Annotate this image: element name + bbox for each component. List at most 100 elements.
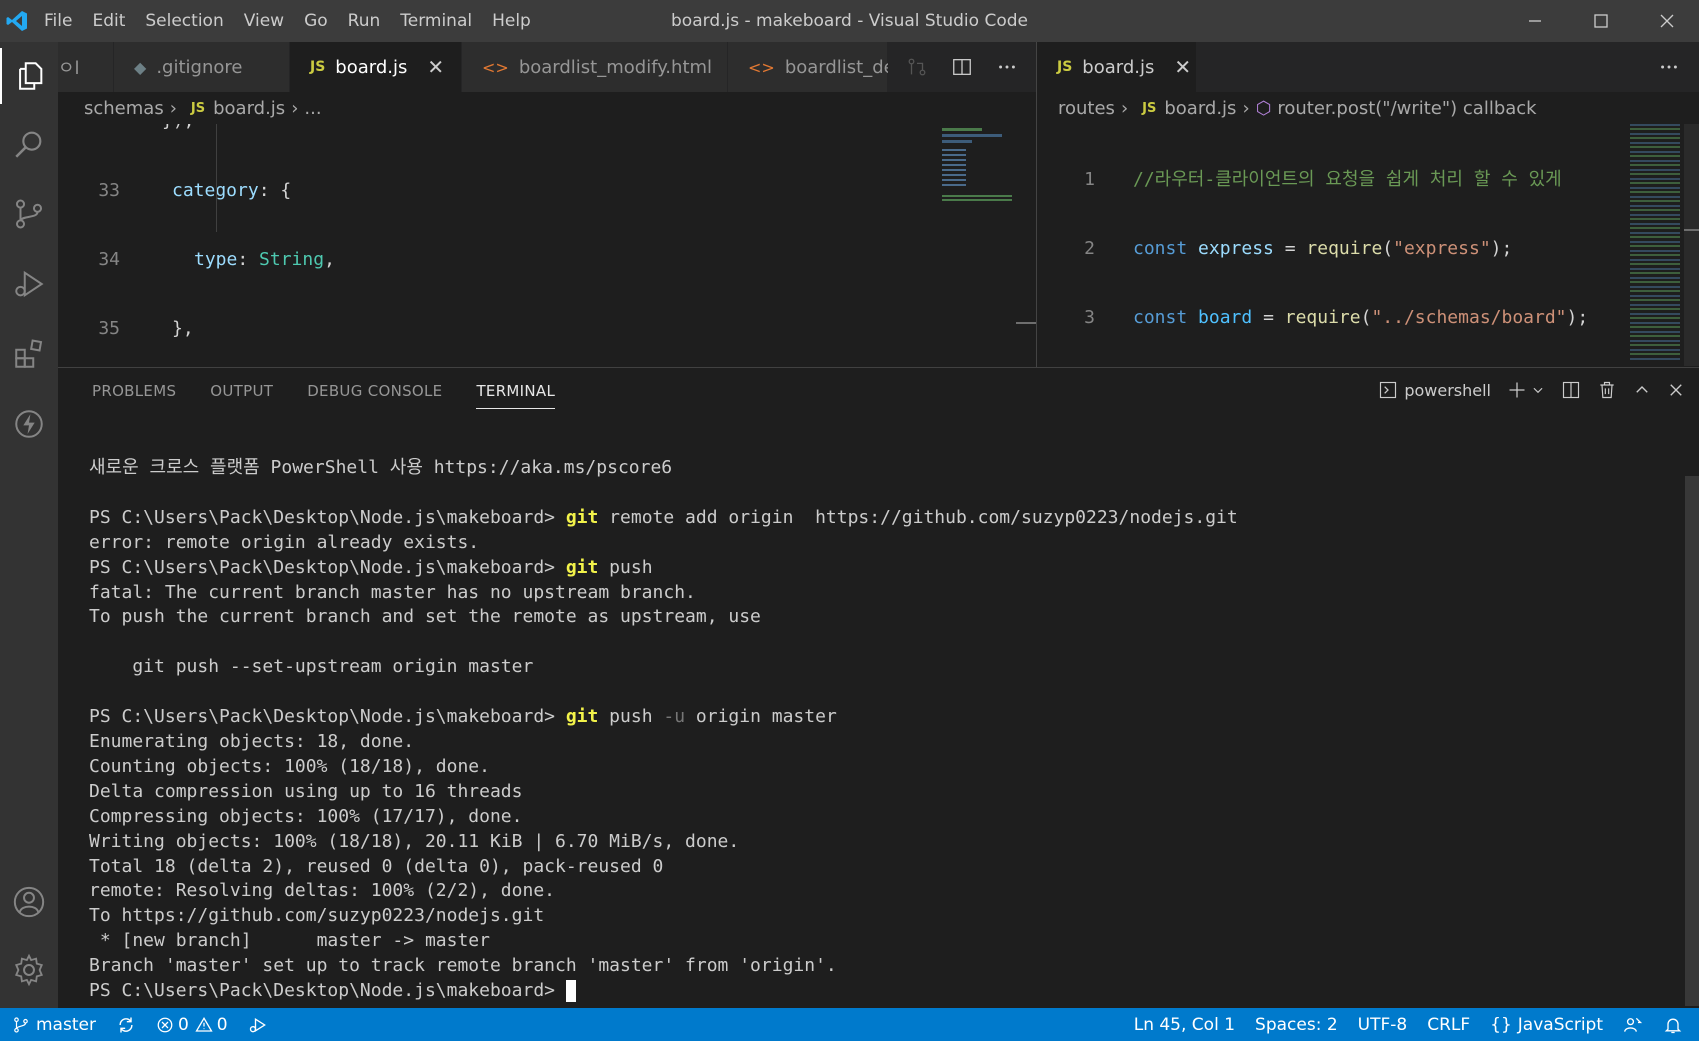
left-editor-tabs: ㅇl ◆ .gitignore JS board.js ✕ <> boardli… (58, 42, 1036, 92)
run-debug-icon[interactable] (0, 256, 58, 312)
terminal-line: Total 18 (delta 2), reused 0 (delta 0), … (89, 855, 664, 877)
shell-name: powershell (1404, 380, 1491, 400)
terminal-scrollbar[interactable] (1685, 476, 1699, 1006)
left-code-editor[interactable]: }); 33 category: { 34 type: String, 35 }… (58, 124, 938, 366)
terminal-line: Branch 'master' set up to track remote b… (89, 955, 837, 977)
breadcrumb-rest[interactable]: ... (304, 98, 321, 119)
right-code-editor[interactable]: 1 //라우터-클라이언트의 요청을 쉽게 처리 할 수 있게 2 const … (1037, 124, 1627, 366)
minimap-left[interactable] (940, 124, 1016, 224)
indentation[interactable]: Spaces: 2 (1245, 1008, 1348, 1041)
settings-gear-icon[interactable] (0, 942, 58, 998)
warning-icon (195, 1016, 213, 1032)
close-panel-button[interactable] (1667, 381, 1685, 399)
notifications-button[interactable] (1653, 1008, 1699, 1041)
lightning-icon[interactable] (0, 396, 58, 452)
language-name: JavaScript (1517, 1014, 1603, 1035)
terminal-line: * [new branch] master -> master (89, 930, 490, 952)
terminal-line: git push --set-upstream origin master (89, 656, 534, 678)
breadcrumb-file[interactable]: board.js (213, 98, 285, 119)
terminal-selector[interactable]: powershell (1378, 380, 1491, 400)
debug-button[interactable] (238, 1008, 278, 1041)
terminal-line: Counting objects: 100% (18/18), done. (89, 755, 490, 777)
chevron-right-icon: › (1120, 97, 1129, 119)
menu-help[interactable]: Help (482, 0, 541, 42)
more-actions-right[interactable] (1639, 42, 1699, 92)
tab-debug-console[interactable]: DEBUG CONSOLE (307, 382, 442, 409)
feedback-button[interactable] (1613, 1008, 1653, 1041)
prompt: PS C:\Users\Pack\Desktop\Node.js\makeboa… (89, 556, 566, 578)
tab-board-js-right[interactable]: JS board.js ✕ (1037, 42, 1197, 92)
code-line: 34 type: String, (98, 249, 335, 270)
menu-go[interactable]: Go (294, 0, 338, 42)
extensions-icon[interactable] (0, 326, 58, 382)
prompt: PS C:\Users\Pack\Desktop\Node.js\makeboa… (89, 506, 566, 528)
open-changes-icon[interactable] (906, 56, 928, 78)
tab-boardlist-modify[interactable]: <> boardlist_modify.html (462, 42, 728, 92)
status-right: Ln 45, Col 1 Spaces: 2 UTF-8 CRLF {} Jav… (1124, 1008, 1699, 1041)
code-line: 2 const express = require("express"); (1084, 238, 1513, 259)
kill-terminal-button[interactable] (1597, 380, 1617, 400)
more-actions-icon[interactable] (996, 56, 1018, 78)
tab-board-js[interactable]: JS board.js ✕ (290, 42, 462, 92)
breadcrumb-folder[interactable]: schemas (84, 98, 164, 119)
js-file-icon: JS (1057, 59, 1073, 75)
chevron-right-icon: › (1242, 97, 1250, 119)
chevron-up-icon (1636, 386, 1648, 393)
split-terminal-button[interactable] (1561, 380, 1581, 400)
cursor-position[interactable]: Ln 45, Col 1 (1124, 1008, 1245, 1041)
branch-indicator[interactable]: master (0, 1008, 106, 1041)
split-icon (1562, 381, 1580, 399)
split-editor-icon[interactable] (951, 56, 973, 78)
new-terminal-button[interactable] (1507, 380, 1545, 400)
more-actions-icon (1661, 65, 1677, 69)
tab-problems[interactable]: PROBLEMS (92, 382, 176, 409)
error-icon (157, 1017, 173, 1032)
tab-gitignore[interactable]: ◆ .gitignore (114, 42, 290, 92)
tab-terminal[interactable]: TERMINAL (476, 382, 556, 409)
menu-edit[interactable]: Edit (82, 0, 135, 42)
git-file-icon: ◆ (134, 57, 147, 77)
source-control-icon[interactable] (0, 186, 58, 242)
explorer-icon[interactable] (0, 48, 58, 104)
braces-icon: {} (1490, 1014, 1512, 1035)
sync-button[interactable] (106, 1008, 146, 1041)
account-icon[interactable] (0, 874, 58, 930)
close-tab-icon[interactable]: ✕ (427, 55, 444, 79)
terminal-line: Compressing objects: 100% (17/17), done. (89, 805, 523, 827)
breadcrumb-symbol[interactable]: router.post("/write") callback (1277, 98, 1536, 119)
menu-selection[interactable]: Selection (135, 0, 233, 42)
terminal-line: Delta compression using up to 16 threads (89, 780, 523, 802)
breadcrumb-folder[interactable]: routes (1058, 98, 1115, 119)
terminal-line: fatal: The current branch master has no … (89, 581, 696, 603)
chevron-right-icon: › (169, 97, 177, 119)
tab-label: .gitignore (156, 56, 243, 78)
breadcrumb-file[interactable]: board.js (1164, 98, 1236, 119)
minimize-button[interactable] (1503, 0, 1567, 42)
menu-run[interactable]: Run (338, 0, 391, 42)
minimize-icon (1529, 20, 1541, 22)
terminal-output[interactable]: 새로운 크로스 플랫폼 PowerShell 사용 https://aka.ms… (89, 456, 1238, 1004)
menu-terminal[interactable]: Terminal (390, 0, 482, 42)
line-ending[interactable]: CRLF (1417, 1008, 1480, 1041)
scrollbar-right[interactable] (1684, 124, 1699, 366)
tab-partial[interactable]: ㅇl (58, 42, 114, 92)
close-tab-icon[interactable]: ✕ (1174, 55, 1191, 79)
maximize-button[interactable] (1569, 0, 1633, 42)
minimap-right[interactable] (1630, 124, 1684, 364)
tab-label: ㅇl (58, 58, 80, 79)
close-icon (1660, 14, 1674, 28)
html-file-icon: <> (482, 57, 509, 77)
problems-indicator[interactable]: 0 0 (146, 1008, 238, 1041)
code-line: 3 const board = require("../schemas/boar… (1084, 307, 1589, 328)
tab-boardlist-detail[interactable]: <> boardlist_detail.l (728, 42, 934, 92)
menu-view[interactable]: View (234, 0, 294, 42)
close-window-button[interactable] (1635, 0, 1699, 42)
tab-output[interactable]: OUTPUT (210, 382, 273, 409)
language-mode[interactable]: {} JavaScript (1480, 1008, 1613, 1041)
terminal-line: remote: Resolving deltas: 100% (2/2), do… (89, 880, 555, 902)
encoding[interactable]: UTF-8 (1348, 1008, 1418, 1041)
menu-file[interactable]: File (34, 0, 82, 42)
maximize-panel-button[interactable] (1633, 381, 1651, 399)
search-icon[interactable] (0, 116, 58, 172)
prompt: PS C:\Users\Pack\Desktop\Node.js\makeboa… (89, 980, 566, 1002)
